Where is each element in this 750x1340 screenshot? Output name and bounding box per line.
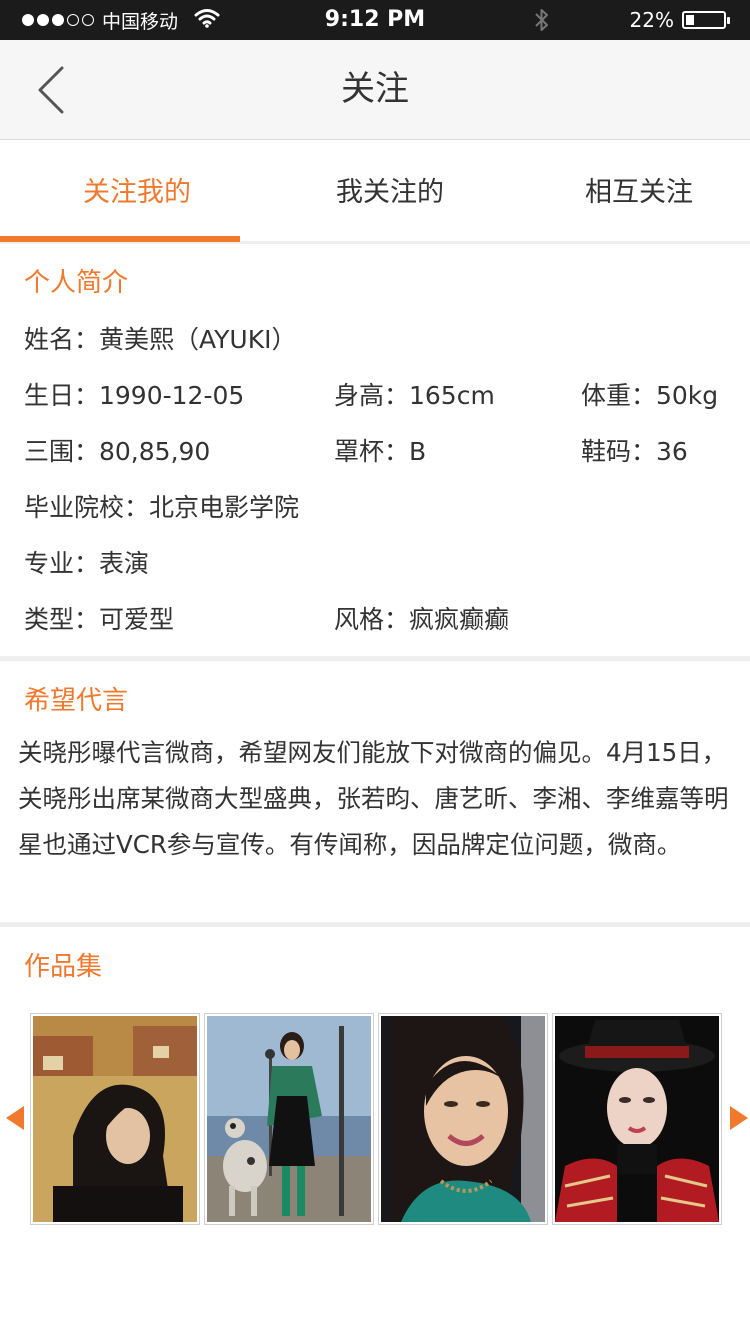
profile-height: 身高：165cm <box>334 381 495 410</box>
profile-school: 毕业院校：北京电影学院 <box>24 493 300 522</box>
active-tab-indicator <box>0 236 240 242</box>
gallery-prev-button[interactable] <box>4 1104 26 1132</box>
status-bar: 中国移动 9:12 PM 22% <box>0 0 750 40</box>
tab-bar: 关注我的 我关注的 相互关注 <box>0 141 750 244</box>
status-right: 22% <box>629 0 730 40</box>
navigation-bar: 关注 <box>0 40 750 140</box>
triangle-left-icon <box>6 1106 24 1130</box>
portrait-dark-hair-image <box>33 1016 197 1222</box>
profile-cup: 罩杯：B <box>334 437 427 466</box>
tab-following[interactable]: 我关注的 <box>254 141 526 241</box>
portfolio-section-title: 作品集 <box>24 952 103 982</box>
profile-measurements: 三围：80,85,90 <box>24 437 211 466</box>
profile-style: 风格：疯疯癫癫 <box>334 605 510 634</box>
profile-weight: 体重：50kg <box>581 381 719 410</box>
battery-percent: 22% <box>629 8 674 32</box>
portfolio-photo[interactable] <box>378 1013 548 1225</box>
profile-major: 专业：表演 <box>24 549 150 578</box>
gallery-next-button[interactable] <box>728 1104 750 1132</box>
triangle-right-icon <box>730 1106 748 1130</box>
battery-icon <box>682 11 730 29</box>
tab-followers[interactable]: 关注我的 <box>0 141 274 241</box>
section-divider <box>0 922 750 927</box>
profile-birthday: 生日：1990-12-05 <box>24 381 245 410</box>
tab-mutual[interactable]: 相互关注 <box>504 141 750 241</box>
profile-section-title: 个人简介 <box>24 268 129 298</box>
portfolio-photo[interactable] <box>30 1013 200 1225</box>
profile-shoe-size: 鞋码：36 <box>581 437 688 466</box>
portfolio-photo[interactable] <box>204 1013 374 1225</box>
woman-black-hat-image <box>555 1016 719 1222</box>
endorsement-section-title: 希望代言 <box>24 686 129 716</box>
bluetooth-icon <box>533 7 551 37</box>
battery-level <box>686 15 694 25</box>
profile-name: 姓名：黄美熙（AYUKI） <box>24 325 297 354</box>
page-title: 关注 <box>341 69 409 109</box>
smiling-woman-image <box>381 1016 545 1222</box>
portfolio-photo[interactable] <box>552 1013 722 1225</box>
woman-with-dog-image <box>207 1016 371 1222</box>
section-divider <box>0 656 750 661</box>
endorsement-text: 关晓彤曝代言微商，希望网友们能放下对微商的偏见。4月15日，关晓彤出席某微商大型… <box>18 738 729 859</box>
profile-type: 类型：可爱型 <box>24 605 175 634</box>
